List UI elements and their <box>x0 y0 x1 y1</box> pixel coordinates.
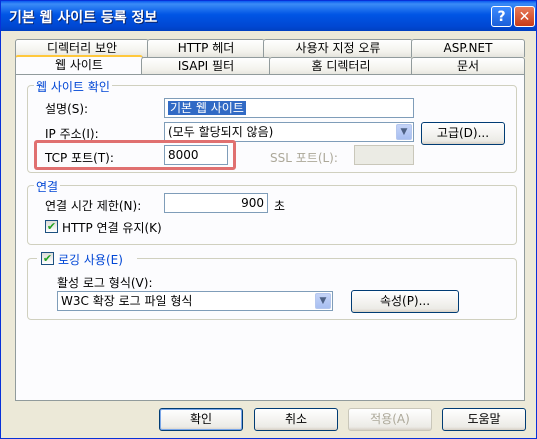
title-bar[interactable]: 기본 웹 사이트 등록 정보 ? ✕ <box>1 1 536 31</box>
help-button[interactable]: 도움말 <box>442 408 526 431</box>
site-identification-legend: 웹 사이트 확인 <box>34 78 112 95</box>
chevron-down-icon[interactable]: ▼ <box>396 124 412 140</box>
ip-address-select[interactable]: (모두 할당되지 않음) ▼ <box>164 122 414 142</box>
connection-legend: 연결 <box>34 178 61 195</box>
properties-dialog: 기본 웹 사이트 등록 정보 ? ✕ 디렉터리 보안 HTTP 헤더 사용자 지… <box>0 0 537 439</box>
tab-documents[interactable]: 문서 <box>411 57 525 75</box>
timeout-unit: 초 <box>274 199 286 213</box>
log-format-label: 활성 로그 형식(V): <box>57 276 153 290</box>
ip-address-value: (모두 할당되지 않음) <box>168 125 274 139</box>
description-value: 기본 웹 사이트 <box>168 101 246 115</box>
tab-http-headers[interactable]: HTTP 헤더 <box>147 39 265 57</box>
tab-home-directory[interactable]: 홈 디렉터리 <box>269 57 413 75</box>
description-label: 설명(S): <box>45 102 89 116</box>
ssl-port-label: SSL 포트(L): <box>270 151 338 165</box>
log-format-value: W3C 확장 로그 파일 형식 <box>61 294 193 308</box>
cancel-button[interactable]: 취소 <box>254 408 338 431</box>
chevron-down-icon[interactable]: ▼ <box>315 293 331 309</box>
apply-button[interactable]: 적용(A) <box>348 408 432 431</box>
logging-enable-label[interactable]: 로깅 사용(E) <box>58 251 123 268</box>
ssl-port-input[interactable] <box>354 145 414 165</box>
keepalive-checkbox[interactable]: ✔ <box>45 220 58 233</box>
connection-group: 연결 <box>27 178 517 245</box>
close-icon[interactable]: ✕ <box>514 6 535 27</box>
advanced-button[interactable]: 고급(D)... <box>421 122 505 145</box>
timeout-input[interactable]: 900 <box>164 193 268 213</box>
description-input[interactable]: 기본 웹 사이트 <box>164 98 414 118</box>
ok-button[interactable]: 확인 <box>159 408 243 431</box>
log-properties-button[interactable]: 속성(P)... <box>351 290 459 313</box>
help-icon[interactable]: ? <box>491 6 512 27</box>
tab-isapi-filters[interactable]: ISAPI 필터 <box>141 57 271 75</box>
keepalive-label[interactable]: HTTP 연결 유지(K) <box>62 219 162 236</box>
tcp-port-label: TCP 포트(T): <box>45 151 114 165</box>
window-title: 기본 웹 사이트 등록 정보 <box>9 10 158 26</box>
tab-custom-errors[interactable]: 사용자 지정 오류 <box>263 39 413 57</box>
logging-enable-checkbox[interactable]: ✔ <box>41 252 54 265</box>
timeout-label: 연결 시간 제한(N): <box>45 199 142 213</box>
log-format-select[interactable]: W3C 확장 로그 파일 형식 ▼ <box>57 291 333 311</box>
tab-web-site[interactable]: 웹 사이트 <box>15 55 143 75</box>
tab-aspnet[interactable]: ASP.NET <box>411 39 525 57</box>
tcp-port-input[interactable]: 8000 <box>164 145 228 165</box>
